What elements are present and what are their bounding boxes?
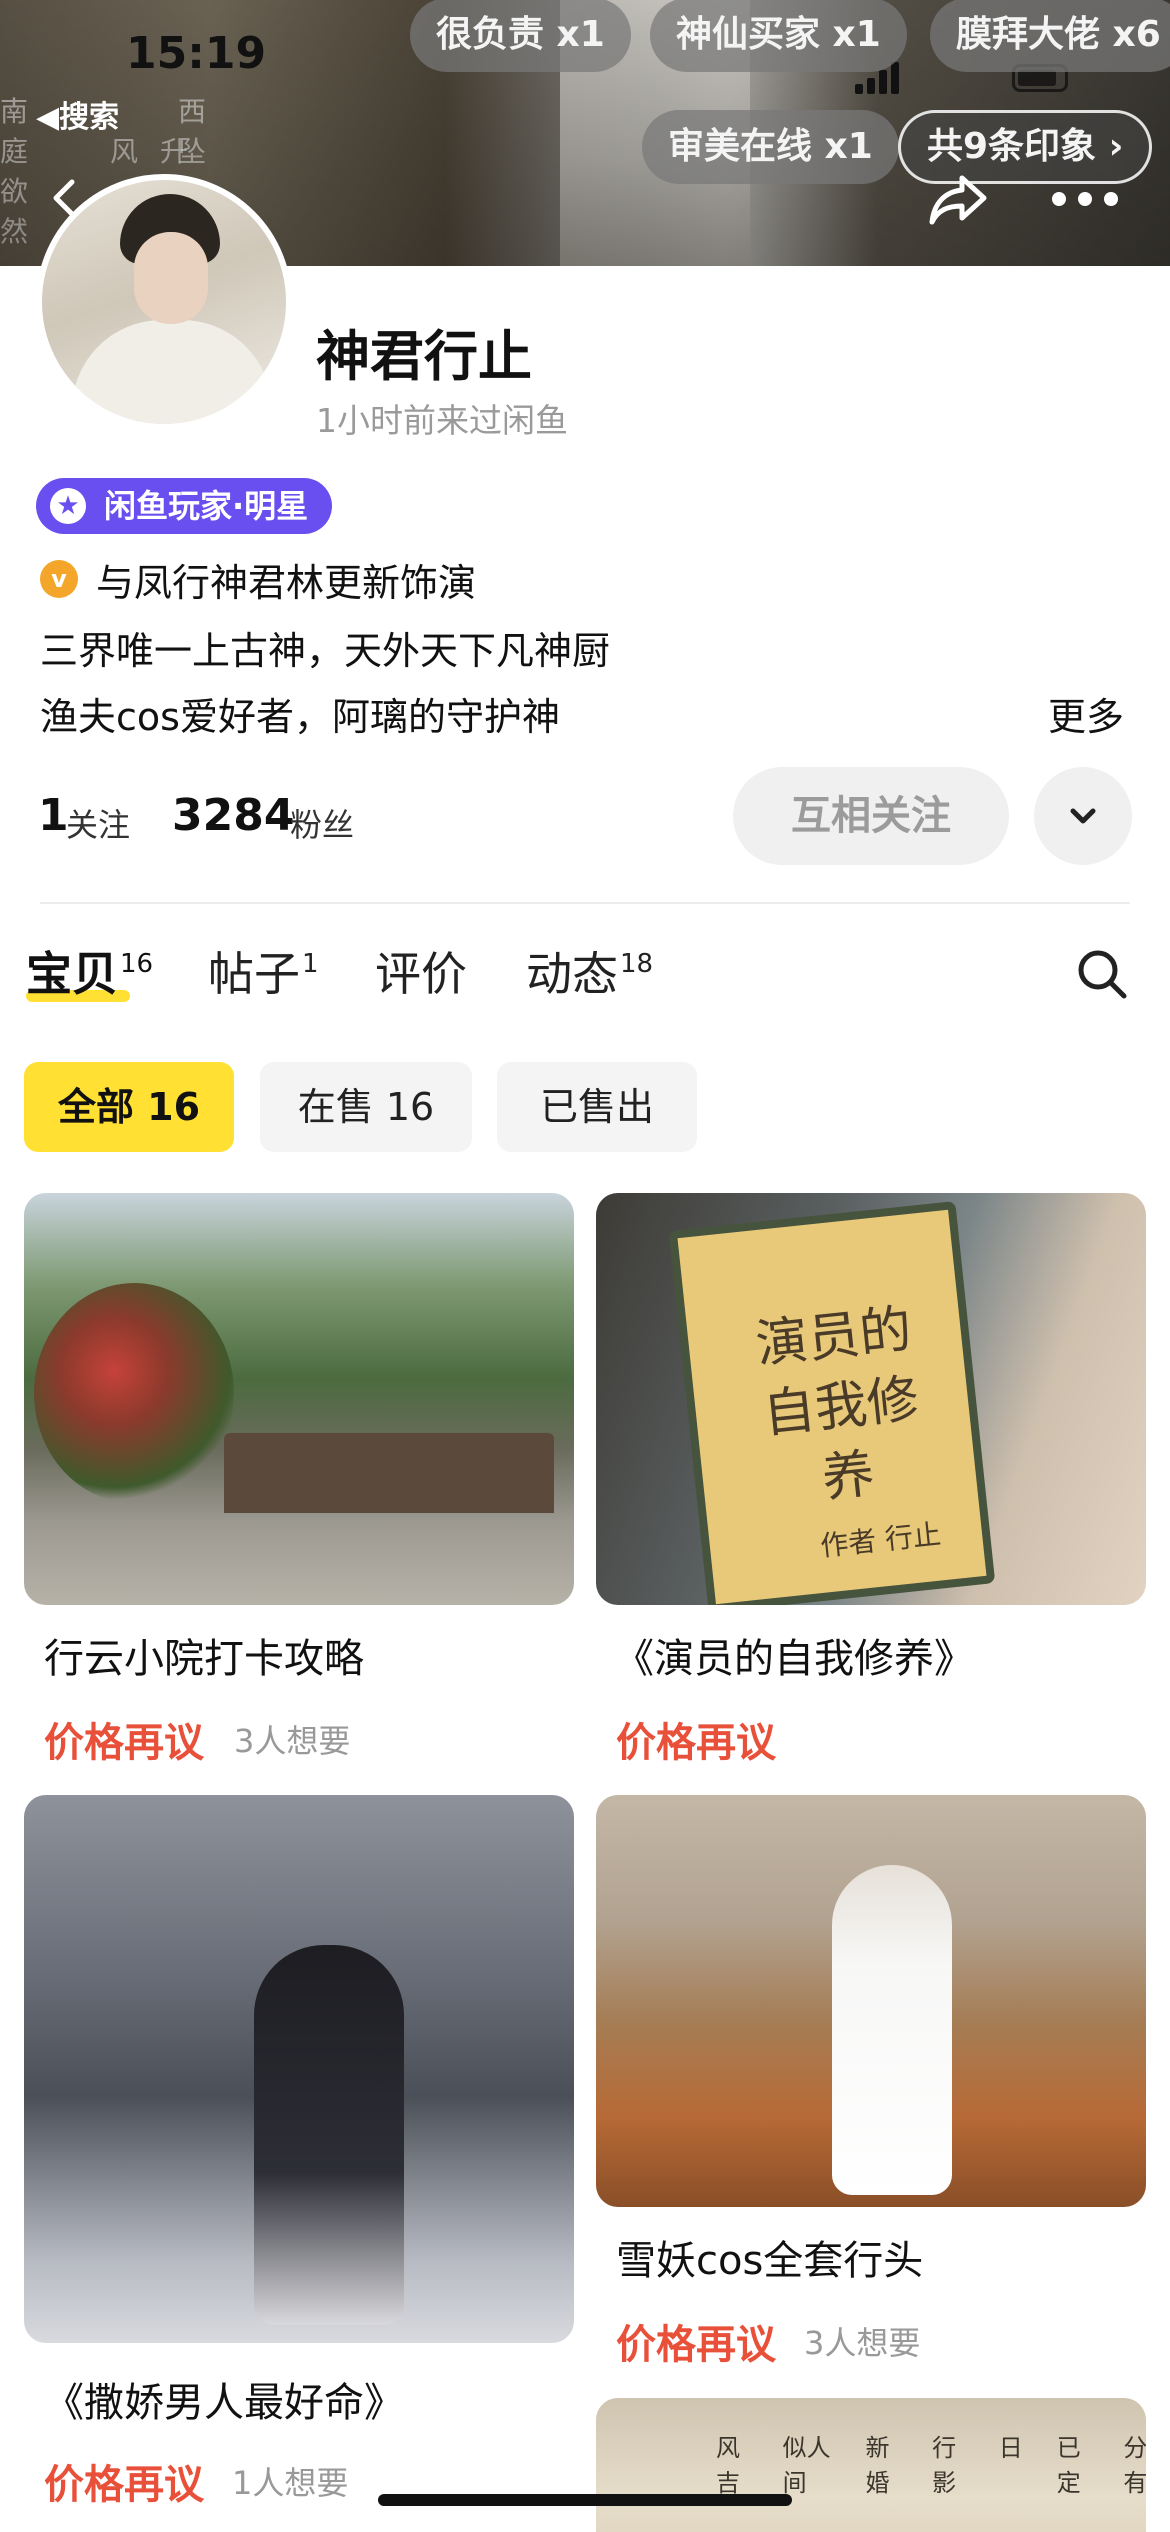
filter-on-sale-chip[interactable]: 在售 16 — [260, 1062, 472, 1152]
user-name: 神君行止 — [316, 325, 532, 388]
verification-text: 与凤行神君林更新饰演 — [96, 560, 477, 605]
product-price: 价格再议 — [616, 1720, 776, 1766]
tab-posts[interactable]: 帖子1 — [208, 938, 319, 1004]
impression-tag[interactable]: 膜拜大佬 x6 — [930, 0, 1170, 72]
product-price: 价格再议 — [616, 2322, 776, 2368]
product-want-count: 3人想要 — [804, 2324, 921, 2362]
avatar[interactable] — [36, 174, 292, 430]
book-cover-title: 演员的自我修养 — [753, 1299, 922, 1510]
followers-count[interactable]: 3284 — [172, 790, 294, 841]
book-author: 行止 — [883, 1517, 943, 1557]
product-image[interactable]: 演员的自我修养 作者 行止 — [596, 1193, 1146, 1605]
product-image[interactable] — [24, 1795, 574, 2343]
player-badge-label: 闲鱼玩家·明星 — [104, 487, 309, 525]
following-label[interactable]: 关注 — [66, 800, 130, 846]
tab-reviews[interactable]: 评价 — [375, 938, 467, 1004]
product-price: 价格再议 — [44, 1720, 204, 1766]
product-want-count: 3人想要 — [234, 1722, 351, 1760]
product-image[interactable] — [24, 1193, 574, 1605]
following-count[interactable]: 1 — [38, 790, 69, 841]
impression-tag[interactable]: 审美在线 x1 — [642, 110, 899, 184]
product-image[interactable]: 风吉 似人间 新婚 行影 日 已定 分有 — [596, 2398, 1146, 2532]
product-price: 价格再议 — [44, 2462, 204, 2508]
scroll-poem-text: 新婚 — [865, 2434, 890, 2497]
divider — [40, 902, 1130, 904]
share-icon[interactable] — [928, 172, 988, 228]
home-indicator[interactable] — [378, 2494, 792, 2506]
scroll-poem-text: 风吉 — [716, 2434, 740, 2497]
impression-tag[interactable]: 很负责 x1 — [410, 0, 631, 72]
scroll-poem-text: 日 — [998, 2434, 1023, 2462]
tab-items[interactable]: 宝贝16 — [26, 938, 153, 1004]
player-badge[interactable]: ★ 闲鱼玩家·明星 — [36, 478, 333, 534]
back-to-search-link[interactable]: ◀搜索 — [36, 92, 119, 136]
filter-all-chip[interactable]: 全部 16 — [24, 1062, 234, 1152]
mutual-follow-button[interactable]: 互相关注 — [733, 767, 1009, 865]
followers-label[interactable]: 粉丝 — [290, 800, 354, 846]
product-title[interactable]: 《演员的自我修养》 — [614, 1626, 974, 1684]
book-author-label: 作者 — [818, 1524, 878, 1563]
product-title[interactable]: 行云小院打卡攻略 — [44, 1626, 364, 1684]
status-bar-time: 15:19 — [126, 28, 267, 79]
impression-tag[interactable]: 神仙买家 x1 — [650, 0, 907, 72]
filter-sold-chip[interactable]: 已售出 — [497, 1062, 697, 1152]
tab-activity[interactable]: 动态18 — [526, 938, 653, 1004]
chevron-down-icon — [1070, 808, 1096, 824]
scroll-poem-text: 行影 — [932, 2434, 957, 2497]
star-badge-icon: ★ — [50, 488, 86, 524]
product-title[interactable]: 《撒娇男人最好命》 — [44, 2370, 404, 2428]
bio-line: 三界唯一上古神，天外天下凡神厨 — [40, 629, 611, 673]
scroll-poem-text: 似人间 — [782, 2434, 831, 2497]
product-want-count: 1人想要 — [232, 2464, 349, 2502]
scroll-poem-text: 分有 — [1123, 2434, 1146, 2497]
last-seen-text: 1小时前来过闲鱼 — [316, 401, 568, 440]
product-title[interactable]: 雪妖cos全套行头 — [616, 2228, 923, 2286]
verification-row: v 与凤行神君林更新饰演 — [40, 556, 476, 605]
more-options-icon[interactable] — [1052, 192, 1118, 206]
product-image[interactable] — [596, 1795, 1146, 2207]
follow-dropdown-button[interactable] — [1034, 767, 1132, 865]
verified-v-icon: v — [40, 560, 78, 598]
bio-line: 渔夫cos爱好者，阿璃的守护神 — [40, 695, 560, 739]
search-icon[interactable] — [1076, 948, 1128, 1000]
bio-more-link[interactable]: 更多 — [1048, 686, 1124, 741]
scroll-poem-text: 已定 — [1056, 2434, 1081, 2497]
